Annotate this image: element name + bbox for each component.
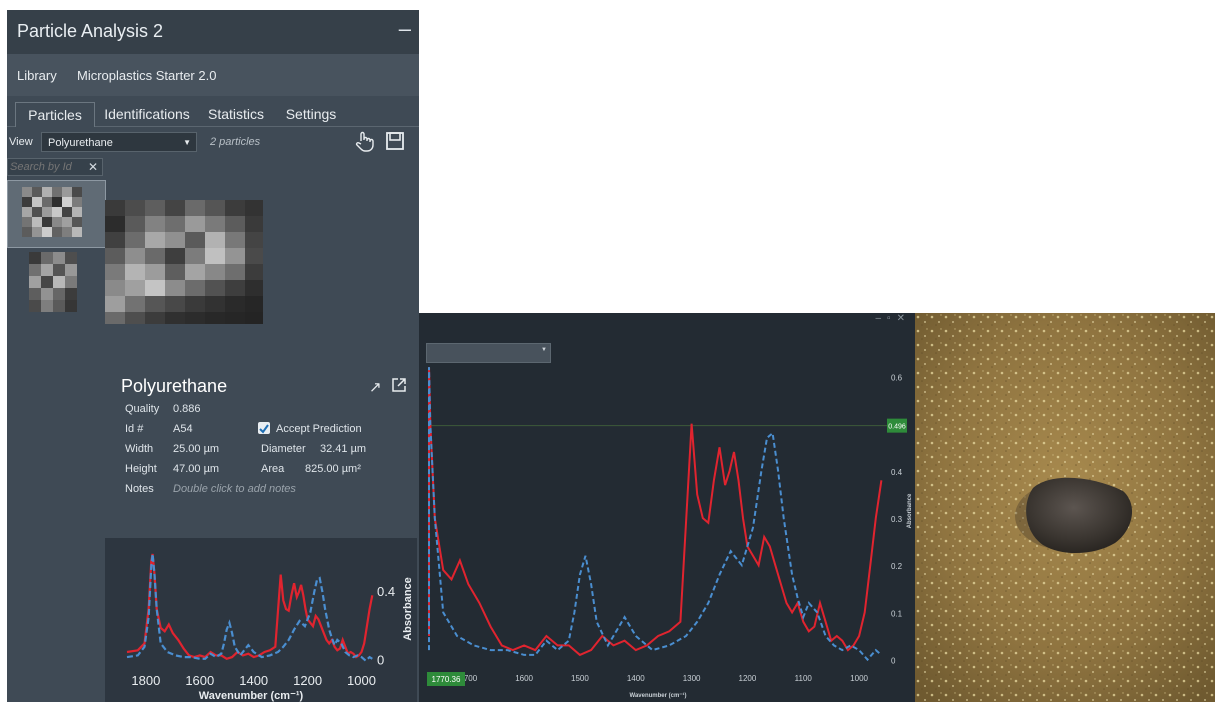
- spectrum-select[interactable]: ▼: [426, 343, 551, 363]
- spectrum-chart-small: 1800 1600 1400 1200 1000 0 0.4 Wavenumber (cm⁻¹…: [105, 538, 417, 702]
- y-tick-label: 0: [377, 653, 384, 668]
- y-tick-label: 0.6: [891, 374, 903, 383]
- width-value: 25.00 µm: [173, 443, 220, 455]
- panel-title-bar: Particle Analysis 2 –: [7, 10, 419, 54]
- spectrum-window: –▫✕ ▼ 1700 1600 1500 1400 1300 1200 1100 1000 0 0…: [419, 313, 915, 702]
- search-input[interactable]: [10, 160, 80, 174]
- window-controls[interactable]: –▫✕: [876, 313, 912, 324]
- x-axis-label: Wavenumber (cm⁻¹): [199, 690, 304, 702]
- minimize-button[interactable]: –: [399, 18, 411, 40]
- x-tick-label: 1600: [185, 673, 214, 688]
- hand-pointer-icon[interactable]: [353, 130, 375, 152]
- tab-settings[interactable]: Settings: [279, 102, 343, 126]
- tab-bar: Particles Identifications Statistics Set…: [7, 96, 419, 127]
- y-tick-label: 0.1: [891, 609, 903, 618]
- y-tick-label: 0.3: [891, 515, 903, 524]
- x-axis-label: Wavenumber (cm⁻¹): [630, 692, 687, 699]
- spectrum-chart-small-svg: 1800 1600 1400 1200 10000 0.4 Wavenumber (cm⁻¹…: [126, 553, 414, 702]
- chevron-down-icon: ▼: [541, 347, 547, 353]
- cursor-y-value: 0.496: [888, 424, 906, 431]
- tab-particles[interactable]: Particles: [15, 102, 95, 127]
- x-tick-label: 1100: [795, 674, 813, 683]
- search-box: ✕: [7, 158, 103, 176]
- quality-value: 0.886: [173, 403, 201, 415]
- particle-name: Polyurethane: [121, 376, 228, 396]
- external-link-icon[interactable]: [392, 378, 406, 392]
- particle-microscope-photo: [915, 313, 1215, 702]
- y-axis-label: Absorbance: [402, 577, 414, 641]
- library-spectrum-line: [126, 553, 373, 663]
- y-tick-label: 0.2: [891, 562, 903, 571]
- id-value: A54: [173, 423, 193, 435]
- area-label: Area: [261, 463, 285, 475]
- spectrum-chart-large-svg: 1700 1600 1500 1400 1300 1200 1100 100000.10.20…: [427, 367, 913, 699]
- particle-analysis-panel: Particle Analysis 2 – Library Microplast…: [7, 10, 419, 702]
- tab-statistics[interactable]: Statistics: [203, 102, 269, 126]
- panel-title: Particle Analysis 2: [17, 21, 164, 41]
- y-axis-label: Absorbance: [907, 493, 913, 528]
- save-icon[interactable]: [385, 131, 405, 151]
- view-select[interactable]: Polyurethane ▼: [41, 132, 197, 152]
- x-tick-label: 1300: [683, 674, 701, 683]
- accept-prediction-checkbox[interactable]: [258, 422, 270, 434]
- view-select-value: Polyurethane: [48, 137, 113, 149]
- x-tick-label: 1000: [347, 673, 376, 688]
- diameter-label: Diameter: [261, 443, 306, 455]
- accept-prediction-label[interactable]: Accept Prediction: [276, 423, 362, 435]
- x-tick-label: 1200: [739, 674, 757, 683]
- height-label: Height: [125, 463, 157, 475]
- quality-label: Quality: [125, 403, 160, 415]
- y-tick-label: 0: [891, 657, 896, 666]
- library-value[interactable]: Microplastics Starter 2.0: [77, 68, 216, 83]
- particle-thumbnail-image: [8, 181, 105, 247]
- x-tick-label: 1800: [131, 673, 160, 688]
- library-spectrum-line: [428, 367, 883, 662]
- view-label: View: [9, 136, 33, 148]
- tab-identifications[interactable]: Identifications: [101, 102, 193, 126]
- measured-spectrum-line: [126, 553, 374, 661]
- x-tick-label: 1400: [239, 673, 268, 688]
- x-tick-label: 1600: [515, 674, 533, 683]
- particle-thumbnail-selected[interactable]: [7, 180, 106, 248]
- arrow-up-right-icon[interactable]: ↗: [369, 378, 382, 396]
- measured-spectrum-line: [428, 367, 883, 657]
- id-label: Id #: [125, 423, 144, 435]
- diameter-value: 32.41 µm: [320, 443, 367, 455]
- particles-count: 2 particles: [210, 136, 261, 148]
- particle-thumbnail[interactable]: [25, 248, 81, 314]
- y-tick-label: 0.4: [377, 584, 395, 599]
- particle-preview-image: [105, 200, 263, 324]
- cursor-x-value: 1770.36: [432, 675, 461, 684]
- width-label: Width: [125, 443, 154, 455]
- x-tick-label: 1400: [627, 674, 645, 683]
- x-tick-label: 1000: [850, 674, 868, 683]
- notes-field[interactable]: Double click to add notes: [173, 483, 296, 495]
- height-value: 47.00 µm: [173, 463, 220, 475]
- x-tick-label: 1500: [571, 674, 589, 683]
- library-label: Library: [17, 68, 57, 83]
- x-tick-label: 1200: [293, 673, 322, 688]
- checkmark-icon: [259, 424, 269, 434]
- area-value: 825.00 µm²: [305, 463, 361, 475]
- library-row: Library Microplastics Starter 2.0: [7, 54, 419, 96]
- notes-label: Notes: [125, 483, 154, 495]
- close-icon[interactable]: ✕: [88, 160, 98, 174]
- chevron-down-icon: ▼: [183, 138, 191, 147]
- y-tick-label: 0.4: [891, 468, 903, 477]
